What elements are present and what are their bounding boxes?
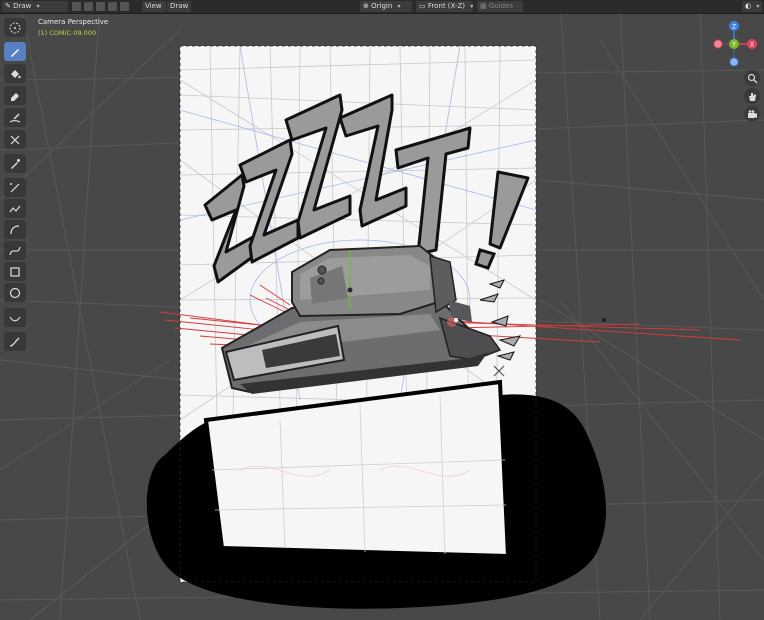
brush-icon[interactable] [96, 2, 105, 11]
gizmo-neg-x-axis [713, 39, 723, 49]
navigation-gizmo[interactable]: Z X Y [712, 18, 760, 66]
camera-view-label: Camera Perspective [38, 18, 109, 26]
draw-tool[interactable] [4, 42, 26, 61]
circle-icon [9, 287, 21, 298]
eraser-icon [11, 92, 19, 101]
interpolate-tool[interactable] [4, 308, 26, 327]
eyedropper-icon [11, 158, 20, 169]
3d-viewport[interactable]: ✎ Draw ▾ View Draw ⊕ Origin ▾ ▭ Front (X… [0, 0, 764, 620]
chevron-down-icon: ▾ [756, 3, 760, 10]
circle-tool[interactable] [4, 283, 26, 302]
select-circle-tool[interactable] [4, 18, 26, 37]
overlay-icon[interactable] [84, 2, 93, 11]
annotate-tool[interactable] [4, 332, 26, 351]
svg-text:Z: Z [732, 24, 736, 31]
settings-icon[interactable] [120, 2, 129, 11]
comic-page[interactable] [0, 0, 764, 620]
origin-dropdown[interactable]: ⊕ Origin ▾ [360, 1, 412, 12]
camera-view-button[interactable] [744, 106, 760, 122]
pencil-icon [11, 48, 19, 57]
guides-toggle[interactable]: ▦ Guides [477, 1, 523, 12]
view-menu[interactable]: View [142, 1, 166, 12]
active-object-label: (1) COMIC-09.000 [38, 29, 97, 37]
mode-dropdown[interactable]: ✎ Draw ▾ [2, 1, 68, 12]
tint-tool[interactable] [4, 108, 26, 127]
origin-icon: ⊕ [363, 2, 369, 10]
pan-button[interactable] [744, 88, 760, 104]
chevron-down-icon: ▾ [36, 3, 40, 10]
gizmo-neg-z-axis [729, 57, 739, 66]
polyline-tool[interactable] [4, 199, 26, 218]
line-icon [10, 182, 20, 192]
box-tool[interactable] [4, 262, 26, 281]
draw-menu[interactable]: Draw [167, 1, 191, 12]
arc-tool[interactable] [4, 220, 26, 239]
camera-icon [747, 109, 757, 118]
zoom-button[interactable] [744, 70, 760, 86]
zoom-icon [747, 73, 757, 83]
tint-brush-icon [9, 112, 21, 123]
fill-bucket-icon [11, 69, 21, 78]
plane-icon: ▭ [419, 2, 426, 10]
select-mode-icon[interactable] [72, 2, 81, 11]
hand-icon [748, 92, 756, 101]
curve-icon [9, 246, 21, 255]
draw-mode-icon: ✎ [5, 2, 11, 10]
guides-icon: ▦ [480, 2, 487, 10]
erase-tool[interactable] [4, 86, 26, 105]
line-tool[interactable] [4, 178, 26, 197]
eyedropper-tool[interactable] [4, 154, 26, 173]
curve-tool[interactable] [4, 241, 26, 260]
annotate-icon [9, 337, 20, 347]
svg-text:X: X [750, 42, 754, 49]
front-plane-dropdown[interactable]: ▭ Front (X-Z) ▾ [416, 1, 473, 12]
polyline-icon [9, 205, 21, 212]
shading-icon: ◐ [745, 2, 752, 10]
svg-text:Y: Y [731, 42, 736, 49]
chevron-down-icon: ▾ [470, 3, 474, 10]
box-icon [10, 266, 20, 277]
chevron-down-icon: ▾ [397, 3, 401, 10]
scissors-icon [10, 135, 20, 144]
arc-icon [10, 224, 20, 234]
select-circle-icon [9, 22, 21, 33]
viewport-shading-dropdown[interactable]: ◐ ▾ [742, 1, 762, 12]
viewport-header: ✎ Draw ▾ View Draw ⊕ Origin ▾ ▭ Front (X… [0, 0, 764, 14]
fill-tool[interactable] [4, 64, 26, 83]
cutter-tool[interactable] [4, 130, 26, 149]
grid-icon[interactable] [108, 2, 117, 11]
interpolate-icon [9, 316, 21, 321]
